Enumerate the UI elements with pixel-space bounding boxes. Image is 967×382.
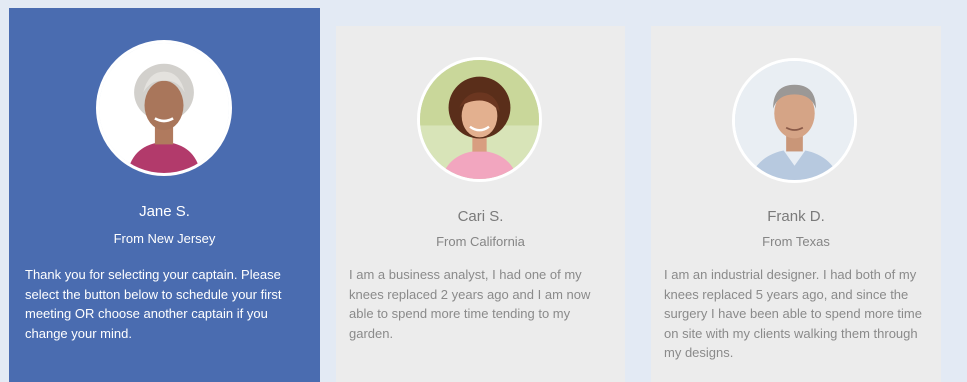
captain-bio: I am an industrial designer. I had both … [664,267,922,360]
captain-card-jane[interactable]: Jane S. From New Jersey Thank you for se… [9,8,320,382]
captain-location: From New Jersey [113,231,216,246]
avatar-photo [99,43,229,173]
captain-name: Frank D. [767,208,825,225]
avatar [417,57,542,182]
avatar-photo [420,60,539,179]
avatar-photo [735,61,854,180]
captain-location: From California [436,234,525,249]
captain-card-frank[interactable]: Frank D. From Texas I am an industrial d… [651,26,941,382]
captain-bio: Thank you for selecting your captain. Pl… [25,267,282,341]
avatar [732,58,857,183]
captain-location: From Texas [762,234,830,249]
captain-name: Jane S. [139,203,190,220]
captain-bio: I am a business analyst, I had one of my… [349,267,591,341]
captain-card-cari[interactable]: Cari S. From California I am a business … [336,26,625,382]
captain-name: Cari S. [457,208,504,225]
avatar [96,40,232,176]
